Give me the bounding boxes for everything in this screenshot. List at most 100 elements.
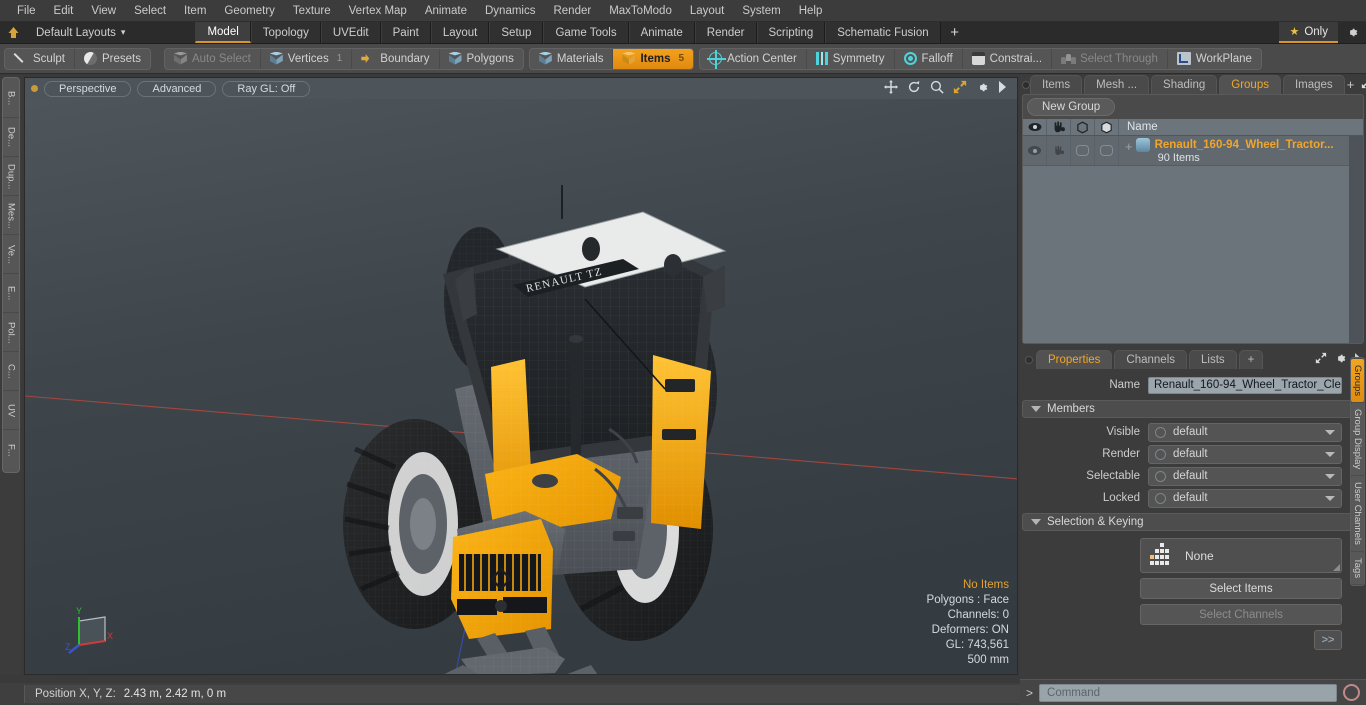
tab-uvedit[interactable]: UVEdit: [320, 22, 381, 43]
tab-mesh-ops[interactable]: Mesh ...: [1084, 75, 1150, 94]
viewport-projection-dropdown[interactable]: Perspective: [44, 80, 132, 97]
tab-scripting[interactable]: Scripting: [756, 22, 826, 43]
menu-item-dynamics[interactable]: Dynamics: [476, 1, 544, 21]
viewport-3d[interactable]: Perspective Advanced Ray GL: Off RENAULT…: [24, 77, 1018, 675]
auto-select-button[interactable]: Auto Select: [165, 48, 261, 69]
row-render-solid-toggle[interactable]: [1095, 136, 1119, 165]
tab-items[interactable]: Items: [1030, 75, 1083, 94]
menu-item-vertex-map[interactable]: Vertex Map: [340, 1, 416, 21]
left-tab-fusion[interactable]: F...: [3, 431, 19, 469]
expand-icon[interactable]: [1315, 352, 1327, 367]
left-tab-curve[interactable]: C...: [3, 353, 19, 391]
selection-keying-section-header[interactable]: Selection & Keying: [1022, 513, 1364, 531]
menu-item-geometry[interactable]: Geometry: [215, 1, 284, 21]
add-tab-button[interactable]: +: [941, 22, 969, 43]
select-channels-button[interactable]: Select Channels: [1140, 604, 1342, 625]
workplane-button[interactable]: WorkPlane: [1168, 49, 1261, 69]
left-tab-mesh-edit[interactable]: Mes...: [3, 197, 19, 235]
tab-images[interactable]: Images: [1282, 75, 1345, 94]
gear-icon[interactable]: [1338, 22, 1366, 43]
materials-button[interactable]: Materials: [530, 48, 614, 69]
right-tab-group-display[interactable]: Group Display: [1351, 403, 1364, 476]
menu-item-view[interactable]: View: [82, 1, 125, 21]
rotate-icon[interactable]: [907, 80, 921, 97]
selectable-dropdown[interactable]: default: [1148, 466, 1342, 486]
menu-item-help[interactable]: Help: [790, 1, 832, 21]
keying-set-selector[interactable]: None: [1140, 538, 1342, 573]
left-tab-edge[interactable]: E...: [3, 275, 19, 313]
row-name-cell[interactable]: + Renault_160-94_Wheel_Tractor... 90 Ite…: [1119, 136, 1363, 165]
menu-item-system[interactable]: System: [733, 1, 789, 21]
boundary-button[interactable]: Boundary: [352, 48, 440, 69]
gear-icon[interactable]: [1334, 352, 1347, 368]
left-tab-basic[interactable]: B...: [3, 80, 19, 118]
presets-button[interactable]: Presets: [75, 49, 150, 69]
tab-model[interactable]: Model: [195, 22, 251, 43]
tab-shading[interactable]: Shading: [1151, 75, 1218, 94]
left-tab-uv[interactable]: UV: [3, 392, 19, 430]
items-button[interactable]: Items 5: [613, 48, 694, 69]
tab-render[interactable]: Render: [694, 22, 757, 43]
column-selectable-icon[interactable]: [1047, 119, 1071, 135]
gear-icon[interactable]: [976, 81, 989, 97]
fit-icon[interactable]: [953, 80, 967, 97]
tab-groups[interactable]: Groups: [1219, 75, 1281, 94]
menu-item-layout[interactable]: Layout: [681, 1, 734, 21]
axis-gizmo[interactable]: Y X Z: [65, 603, 125, 658]
tab-layout[interactable]: Layout: [430, 22, 490, 43]
new-group-button[interactable]: New Group: [1027, 98, 1116, 116]
left-tab-polygon[interactable]: Pol...: [3, 314, 19, 352]
polygons-button[interactable]: Polygons: [440, 49, 523, 69]
viewport-menu-dot-icon[interactable]: [31, 85, 38, 92]
add-properties-tab-button[interactable]: +: [1238, 350, 1264, 369]
zoom-icon[interactable]: [930, 80, 944, 97]
only-toggle[interactable]: ★ Only: [1279, 22, 1338, 43]
add-panel-tab-button[interactable]: +: [1347, 77, 1355, 92]
symmetry-button[interactable]: Symmetry: [807, 48, 895, 69]
constrain-button[interactable]: Constrai...: [963, 48, 1053, 69]
menu-item-texture[interactable]: Texture: [284, 1, 340, 21]
tab-game-tools[interactable]: Game Tools: [543, 22, 629, 43]
right-tab-groups[interactable]: Groups: [1351, 359, 1364, 403]
panel-menu-knob-icon[interactable]: [1022, 75, 1030, 94]
home-icon[interactable]: [0, 22, 26, 43]
select-items-button[interactable]: Select Items: [1140, 578, 1342, 599]
default-layouts-dropdown[interactable]: Default Layouts ▾: [26, 22, 135, 43]
visible-dropdown[interactable]: default: [1148, 422, 1342, 442]
viewport-shading-dropdown[interactable]: Advanced: [137, 80, 217, 97]
row-visible-toggle[interactable]: [1023, 136, 1047, 165]
command-input[interactable]: Command: [1039, 683, 1337, 702]
render-dropdown[interactable]: default: [1148, 444, 1342, 464]
members-section-header[interactable]: Members: [1022, 400, 1364, 418]
name-input[interactable]: Renault_160-94_Wheel_Tractor_Clean: [1148, 376, 1342, 394]
table-row[interactable]: + Renault_160-94_Wheel_Tractor... 90 Ite…: [1023, 136, 1363, 166]
record-icon[interactable]: [1343, 684, 1360, 701]
tab-topology[interactable]: Topology: [250, 22, 321, 43]
properties-menu-knob-icon[interactable]: [1022, 350, 1036, 369]
menu-item-file[interactable]: File: [8, 1, 45, 21]
move-icon[interactable]: [884, 80, 898, 97]
column-render-outline-icon[interactable]: [1071, 119, 1095, 135]
tab-animate[interactable]: Animate: [628, 22, 695, 43]
tab-schematic-fusion[interactable]: Schematic Fusion: [825, 22, 941, 43]
list-scrollbar[interactable]: [1349, 136, 1363, 343]
tab-paint[interactable]: Paint: [380, 22, 431, 43]
expand-more-button[interactable]: >>: [1314, 630, 1342, 650]
menu-item-edit[interactable]: Edit: [45, 1, 83, 21]
left-tab-duplicate[interactable]: Dup...: [3, 158, 19, 196]
viewport-canvas[interactable]: RENAULT TZ No Items Polygons: Face Chan…: [25, 99, 1017, 674]
select-through-button[interactable]: Select Through: [1052, 48, 1168, 69]
left-tab-deform[interactable]: De...: [3, 119, 19, 157]
menu-item-render[interactable]: Render: [544, 1, 600, 21]
right-tab-user-channels[interactable]: User Channels: [1351, 476, 1364, 552]
locked-dropdown[interactable]: default: [1148, 488, 1342, 508]
tab-lists[interactable]: Lists: [1189, 350, 1237, 369]
action-center-button[interactable]: Action Center: [700, 48, 807, 69]
falloff-button[interactable]: Falloff: [895, 48, 963, 69]
groups-list-body[interactable]: + Renault_160-94_Wheel_Tractor... 90 Ite…: [1023, 136, 1363, 343]
row-selectable-toggle[interactable]: [1047, 136, 1071, 165]
right-tab-tags[interactable]: Tags: [1351, 552, 1364, 585]
left-tab-vertex[interactable]: Ve...: [3, 236, 19, 274]
expand-row-button[interactable]: +: [1125, 138, 1133, 153]
column-visible-icon[interactable]: [1023, 119, 1047, 135]
